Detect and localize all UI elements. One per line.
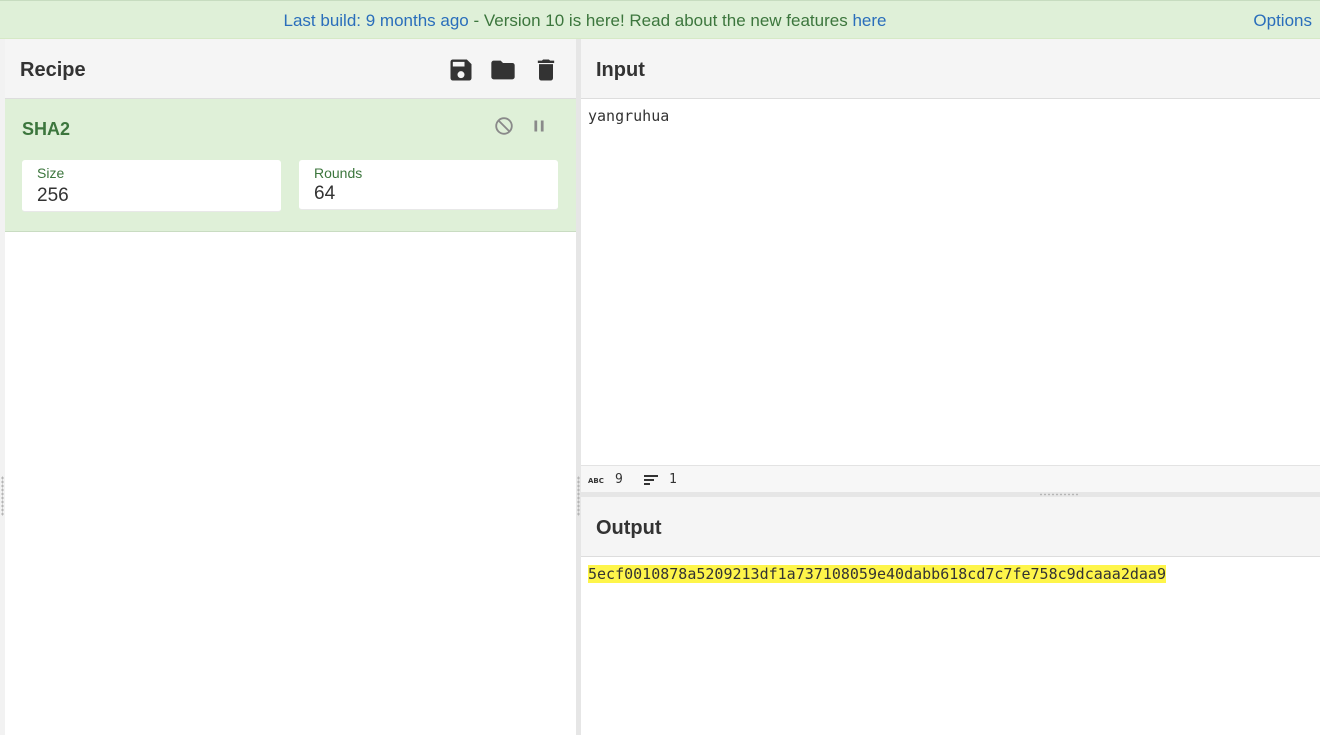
operation-name: SHA2 <box>22 119 71 139</box>
char-count: 9 <box>615 472 623 487</box>
size-value[interactable]: 256 <box>37 185 69 207</box>
recipe-title: Recipe <box>20 59 86 81</box>
svg-text:ABC: ABC <box>588 477 604 485</box>
divider-grip[interactable] <box>577 476 580 516</box>
rounds-value[interactable]: 64 <box>314 183 335 205</box>
gutter-grip <box>1 476 4 516</box>
size-field[interactable]: Size 256 <box>22 160 281 212</box>
char-count-icon: ABC <box>588 473 604 491</box>
recipe-panel: Recipe SHA2 Size 256 Rounds 64 <box>5 39 576 735</box>
output-textarea[interactable]: 5ecf0010878a5209213df1a737108059e40dabb6… <box>588 565 1166 583</box>
save-icon[interactable] <box>447 56 475 84</box>
banner-message: Last build: 9 months ago - Version 10 is… <box>0 1 1170 40</box>
line-count: 1 <box>669 472 677 487</box>
recipe-header: Recipe <box>5 39 576 99</box>
last-build-link[interactable]: Last build: 9 months ago <box>284 11 469 30</box>
banner-text: - Version 10 is here! Read about the new… <box>468 11 853 30</box>
rounds-field[interactable]: Rounds 64 <box>299 160 558 210</box>
io-divider-grip[interactable] <box>1039 493 1079 496</box>
output-header: Output <box>581 497 1320 557</box>
breakpoint-icon[interactable] <box>528 115 550 137</box>
rounds-label: Rounds <box>314 165 363 181</box>
input-status-bar: ABC 9 1 <box>581 465 1320 492</box>
input-title: Input <box>596 59 645 81</box>
input-textarea[interactable]: yangruhua <box>588 107 669 125</box>
disable-icon[interactable] <box>493 115 515 137</box>
operation-sha2[interactable]: SHA2 Size 256 Rounds 64 <box>5 99 576 232</box>
new-features-link[interactable]: here <box>852 11 886 30</box>
panel-divider[interactable] <box>576 39 581 735</box>
folder-icon[interactable] <box>489 56 517 84</box>
input-header: Input <box>581 39 1320 99</box>
output-text: 5ecf0010878a5209213df1a737108059e40dabb6… <box>588 565 1166 583</box>
size-label: Size <box>37 165 65 181</box>
options-link[interactable]: Options <box>1253 1 1312 40</box>
notification-banner: Last build: 9 months ago - Version 10 is… <box>0 0 1320 39</box>
output-title: Output <box>596 517 662 539</box>
trash-icon[interactable] <box>532 56 560 84</box>
line-count-icon <box>643 473 659 491</box>
